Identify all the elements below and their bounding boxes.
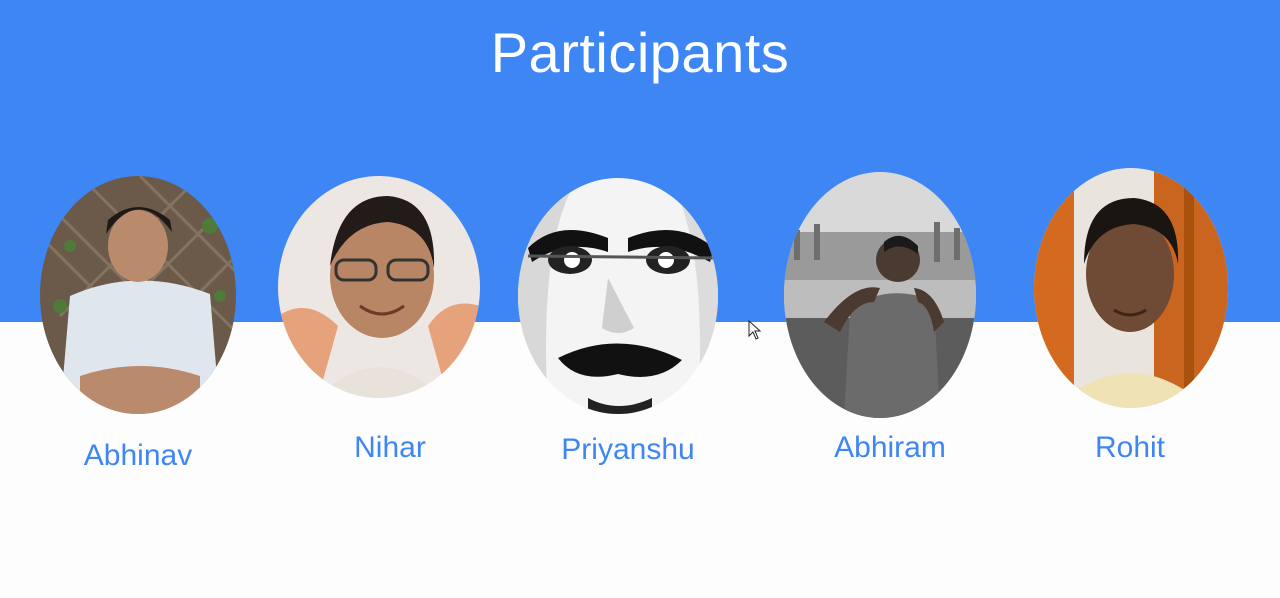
participant-photo-abhinav <box>40 176 236 414</box>
mouse-pointer-icon <box>748 320 762 340</box>
participant-name: Abhiram <box>834 431 946 464</box>
slide-title: Participants <box>490 21 790 84</box>
participant-name: Priyanshu <box>561 433 695 466</box>
participant-photo-rohit <box>1034 168 1228 408</box>
participant-name: Nihar <box>354 431 426 464</box>
participant-photo-priyanshu <box>518 178 718 414</box>
participant-photo-nihar <box>278 176 480 398</box>
participant-photo-abhiram <box>784 172 976 418</box>
participant-name: Abhinav <box>83 439 193 472</box>
participant-name: Rohit <box>1094 431 1166 464</box>
participants-slide: Participants Abhinav Nihar Priyanshu Abh… <box>0 0 1280 598</box>
